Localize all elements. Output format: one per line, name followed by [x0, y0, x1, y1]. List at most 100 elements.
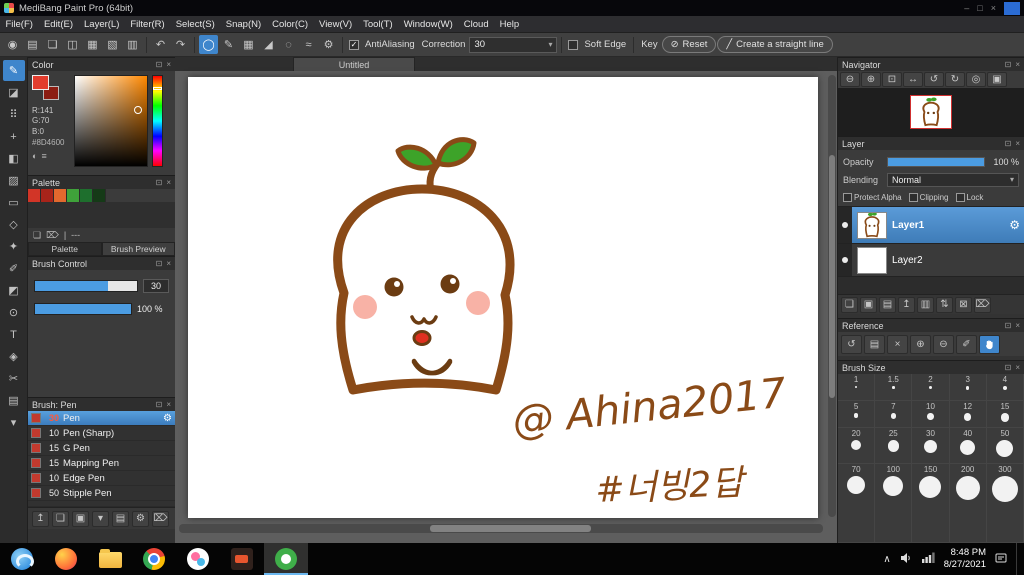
ref-eyedropper-icon[interactable]: ✐	[956, 334, 977, 354]
background-window-tab[interactable]	[1004, 1, 1020, 15]
circle-snap-icon[interactable]: ◌	[279, 35, 298, 54]
brush-size-option[interactable]: 150	[912, 464, 950, 543]
move-tool[interactable]: +	[3, 126, 25, 147]
scroll-more-icon[interactable]: ▾	[3, 412, 25, 433]
lock-checkbox[interactable]: Lock	[955, 192, 983, 202]
layer-opacity-slider[interactable]	[887, 156, 985, 167]
perspective-snap-icon[interactable]: ◢	[259, 35, 278, 54]
brush-size-option[interactable]: 3	[949, 374, 987, 401]
taskbar-clock[interactable]: 8:48 PM 8/27/2021	[944, 547, 986, 571]
network-icon[interactable]	[921, 552, 935, 566]
eyedropper-tool[interactable]: ◈	[3, 346, 25, 367]
brush-item-stipple-pen[interactable]: 50 Stipple Pen	[28, 486, 175, 501]
clear-layer-icon[interactable]: ⊠	[955, 296, 972, 313]
brush-folder-icon[interactable]: ▤	[112, 510, 129, 527]
transfer-layer-icon[interactable]: ↥	[898, 296, 915, 313]
layout-3-icon[interactable]: ▥	[123, 35, 142, 54]
brush-size-option[interactable]: 1.5	[875, 374, 913, 401]
brush-tool[interactable]: ✎	[2, 60, 25, 81]
select-pen-tool[interactable]: ✐	[3, 258, 25, 279]
layer-visibility-toggle[interactable]	[838, 244, 852, 276]
upload-brush-icon[interactable]: ↥	[32, 510, 49, 527]
brush-size-option[interactable]: 40	[949, 428, 987, 464]
popout-icon[interactable]: ⊡	[156, 178, 163, 187]
add-folder-icon[interactable]: ▣	[860, 296, 877, 313]
brush-opacity-slider[interactable]	[34, 303, 132, 315]
delete-layer-icon[interactable]: ⌦	[974, 296, 991, 313]
select-tool[interactable]: ▭	[3, 192, 25, 213]
vertical-scrollbar[interactable]	[828, 75, 836, 517]
hand-icon[interactable]	[979, 334, 1000, 354]
select-eraser-tool[interactable]: ◩	[3, 280, 25, 301]
menu-file[interactable]: File(F)	[0, 16, 38, 33]
close-icon[interactable]: ×	[166, 60, 171, 69]
brush-size-option[interactable]: 300	[986, 464, 1024, 543]
merge-layer-icon[interactable]: ▥	[917, 296, 934, 313]
zoom-100-icon[interactable]: ⊡	[882, 72, 902, 87]
layer-row-layer1[interactable]: Layer1 ⚙	[838, 207, 1024, 244]
brush-size-option[interactable]: 15	[986, 401, 1024, 428]
menu-window[interactable]: Window(W)	[398, 16, 458, 33]
duplicate-layer-icon[interactable]: ▤	[879, 296, 896, 313]
brush-size-option[interactable]: 1	[838, 374, 876, 401]
brush-size-option[interactable]: 12	[949, 401, 987, 428]
navigator-preview-area[interactable]	[838, 88, 1024, 136]
text-tool[interactable]: T	[3, 324, 25, 345]
volume-icon[interactable]	[900, 552, 913, 567]
layer-order-icon[interactable]: ⇅	[936, 296, 953, 313]
brush-menu-icon[interactable]: ▾	[92, 510, 109, 527]
delete-brush-icon[interactable]: ⌦	[152, 510, 169, 527]
navigator-thumbnail[interactable]	[910, 95, 952, 129]
brush-size-option[interactable]: 100	[875, 464, 913, 543]
reset-rotation-icon[interactable]: ◎	[966, 72, 986, 87]
popout-icon[interactable]: ⊡	[156, 400, 163, 409]
menu-select[interactable]: Select(S)	[170, 16, 220, 33]
delete-swatch-icon[interactable]: ⌦	[46, 230, 59, 241]
maximize-icon[interactable]: □	[977, 3, 982, 13]
operation-tool[interactable]: ⊙	[3, 302, 25, 323]
action-center-icon[interactable]	[995, 552, 1007, 567]
hue-cursor[interactable]	[153, 87, 162, 90]
canvas[interactable]: @ Ahina2017 #너빙2답	[188, 77, 818, 518]
tab-brush-preview[interactable]: Brush Preview	[101, 242, 175, 256]
open-file-icon[interactable]: ▤	[864, 334, 885, 354]
saturation-value-picker[interactable]	[74, 75, 148, 167]
layout-2-icon[interactable]: ▧	[103, 35, 122, 54]
taskbar-edge-icon[interactable]	[0, 543, 44, 575]
color-wheel-toggle-icon[interactable]: ◐	[32, 151, 37, 161]
palette-swatch[interactable]	[93, 189, 106, 202]
brush-item-pen-sharp[interactable]: 10 Pen (Sharp)	[28, 426, 175, 441]
scissors-tool[interactable]: ✂	[3, 368, 25, 389]
palette-swatch[interactable]	[54, 189, 67, 202]
brush-item-mapping-pen[interactable]: 15 Mapping Pen	[28, 456, 175, 471]
zoom-in-icon[interactable]: ⊕	[861, 72, 881, 87]
popout-icon[interactable]: ⊡	[1005, 363, 1012, 372]
popout-icon[interactable]: ⊡	[156, 60, 163, 69]
brush-size-option[interactable]: 25	[875, 428, 913, 464]
close-icon[interactable]: ×	[1015, 139, 1020, 148]
smudge-tool[interactable]: ⠿	[3, 104, 25, 125]
reset-button[interactable]: ⊘ Reset	[661, 36, 717, 53]
refresh-icon[interactable]: ↺	[841, 334, 862, 354]
close-icon[interactable]: ×	[166, 178, 171, 187]
close-image-icon[interactable]: ×	[887, 334, 908, 354]
close-icon[interactable]: ×	[1015, 60, 1020, 69]
eraser-tool[interactable]: ◪	[3, 82, 25, 103]
taskbar-medibang-paint-active-icon[interactable]	[264, 543, 308, 575]
new-brush-icon[interactable]: ❏	[52, 510, 69, 527]
menu-cloud[interactable]: Cloud	[458, 16, 494, 33]
share-icon[interactable]: ◫	[63, 35, 82, 54]
ref-zoom-out-icon[interactable]: ⊖	[933, 334, 954, 354]
brush-shape-circle-icon[interactable]: ◯	[199, 35, 218, 54]
layout-1-icon[interactable]: ▦	[83, 35, 102, 54]
brush-size-option[interactable]: 7	[875, 401, 913, 428]
snap-settings-icon[interactable]: ⚙	[319, 35, 338, 54]
taskbar-firefox-icon[interactable]	[44, 543, 88, 575]
menu-color[interactable]: Color(C)	[267, 16, 314, 33]
brush-size-slider[interactable]	[34, 280, 138, 292]
popout-icon[interactable]: ⊡	[1005, 60, 1012, 69]
menu-view[interactable]: View(V)	[314, 16, 358, 33]
magic-wand-tool[interactable]: ✦	[3, 236, 25, 257]
taskbar-chrome-icon[interactable]	[132, 543, 176, 575]
canvas-viewport[interactable]: @ Ahina2017 #너빙2답	[175, 71, 837, 543]
